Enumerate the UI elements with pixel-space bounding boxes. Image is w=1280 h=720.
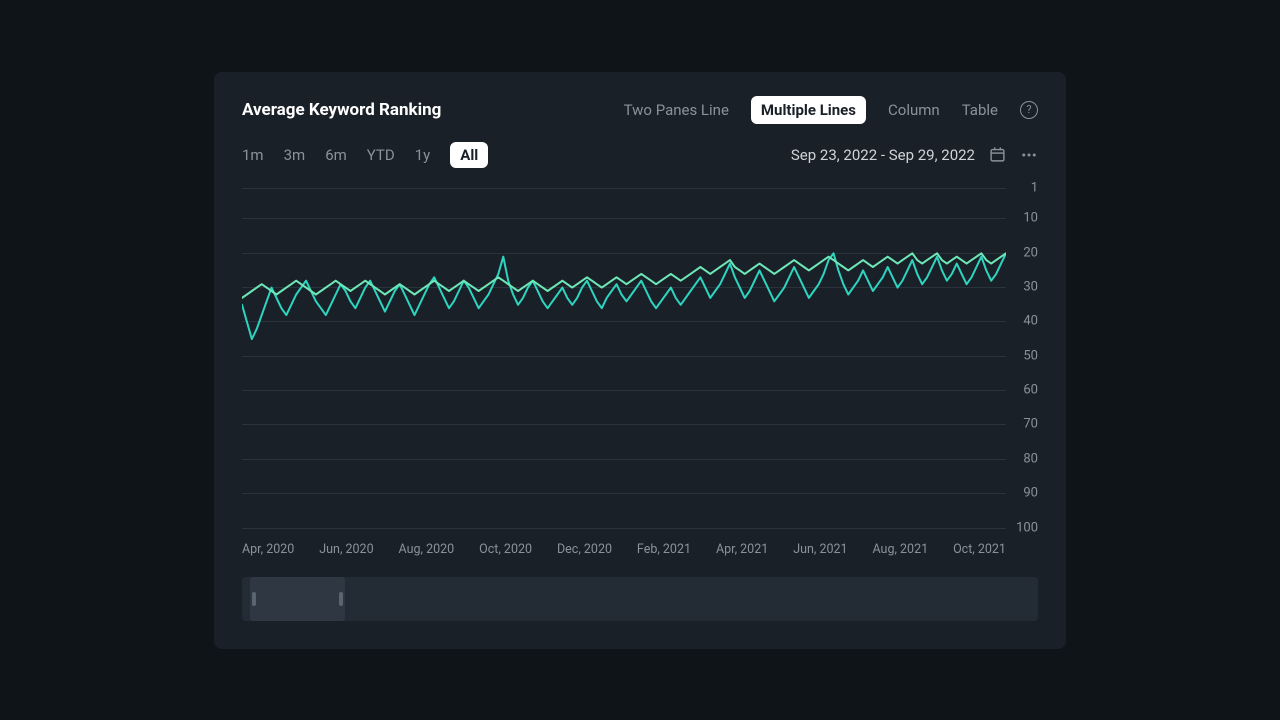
tab-table[interactable]: Table	[962, 101, 998, 119]
series-line	[242, 253, 1006, 339]
range-1y[interactable]: 1y	[415, 146, 431, 164]
y-tick: 90	[1023, 486, 1038, 501]
y-tick: 100	[1016, 520, 1038, 535]
x-tick: Aug, 2021	[872, 542, 928, 557]
chart-title: Average Keyword Ranking	[242, 100, 441, 120]
range-ytd[interactable]: YTD	[367, 146, 395, 164]
chart-lines	[242, 188, 1006, 528]
x-tick: Apr, 2020	[242, 542, 294, 557]
controls-row: 1m 3m 6m YTD 1y All Sep 23, 2022 - Sep 2…	[242, 142, 1038, 168]
tab-two-panes[interactable]: Two Panes Line	[624, 101, 729, 119]
x-tick: Jun, 2021	[793, 542, 847, 557]
range-6m[interactable]: 6m	[325, 146, 347, 164]
x-tick: Dec, 2020	[557, 542, 612, 557]
card-header: Average Keyword Ranking Two Panes Line M…	[242, 96, 1038, 124]
y-tick: 80	[1023, 451, 1038, 466]
x-tick: Oct, 2021	[953, 542, 1006, 557]
y-tick: 30	[1023, 280, 1038, 295]
date-range-label: Sep 23, 2022 - Sep 29, 2022	[791, 146, 975, 164]
y-tick: 1	[1031, 180, 1038, 195]
x-axis: Apr, 2020 Jun, 2020 Aug, 2020 Oct, 2020 Dec,…	[242, 542, 1038, 557]
x-tick: Apr, 2021	[716, 542, 768, 557]
help-icon[interactable]: ?	[1020, 101, 1038, 119]
tab-column[interactable]: Column	[888, 101, 940, 119]
x-tick: Jun, 2020	[319, 542, 373, 557]
range-3m[interactable]: 3m	[284, 146, 306, 164]
x-tick: Oct, 2020	[479, 542, 532, 557]
scrubber-handle-right[interactable]	[339, 592, 343, 606]
y-tick: 10	[1023, 211, 1038, 226]
y-tick: 60	[1023, 383, 1038, 398]
more-icon[interactable]	[1020, 146, 1038, 164]
time-scrubber[interactable]	[242, 577, 1038, 621]
scrubber-window[interactable]	[250, 577, 346, 621]
range-all[interactable]: All	[450, 142, 488, 168]
calendar-icon[interactable]	[989, 146, 1006, 163]
range-buttons: 1m 3m 6m YTD 1y All	[242, 142, 488, 168]
y-tick: 50	[1023, 348, 1038, 363]
y-tick: 70	[1023, 417, 1038, 432]
scrubber-handle-left[interactable]	[252, 592, 256, 606]
range-1m[interactable]: 1m	[242, 146, 264, 164]
x-tick: Aug, 2020	[399, 542, 455, 557]
x-tick: Feb, 2021	[637, 542, 691, 557]
date-controls: Sep 23, 2022 - Sep 29, 2022	[791, 146, 1038, 164]
y-axis: 1102030405060708090100	[1006, 188, 1038, 528]
view-tabs: Two Panes Line Multiple Lines Column Tab…	[624, 96, 1038, 124]
chart-card: Average Keyword Ranking Two Panes Line M…	[214, 72, 1066, 649]
chart-area: 1102030405060708090100	[242, 188, 1038, 528]
y-tick: 40	[1023, 314, 1038, 329]
y-tick: 20	[1023, 245, 1038, 260]
tab-multiple-lines[interactable]: Multiple Lines	[751, 96, 866, 124]
chart-plot[interactable]	[242, 188, 1006, 528]
